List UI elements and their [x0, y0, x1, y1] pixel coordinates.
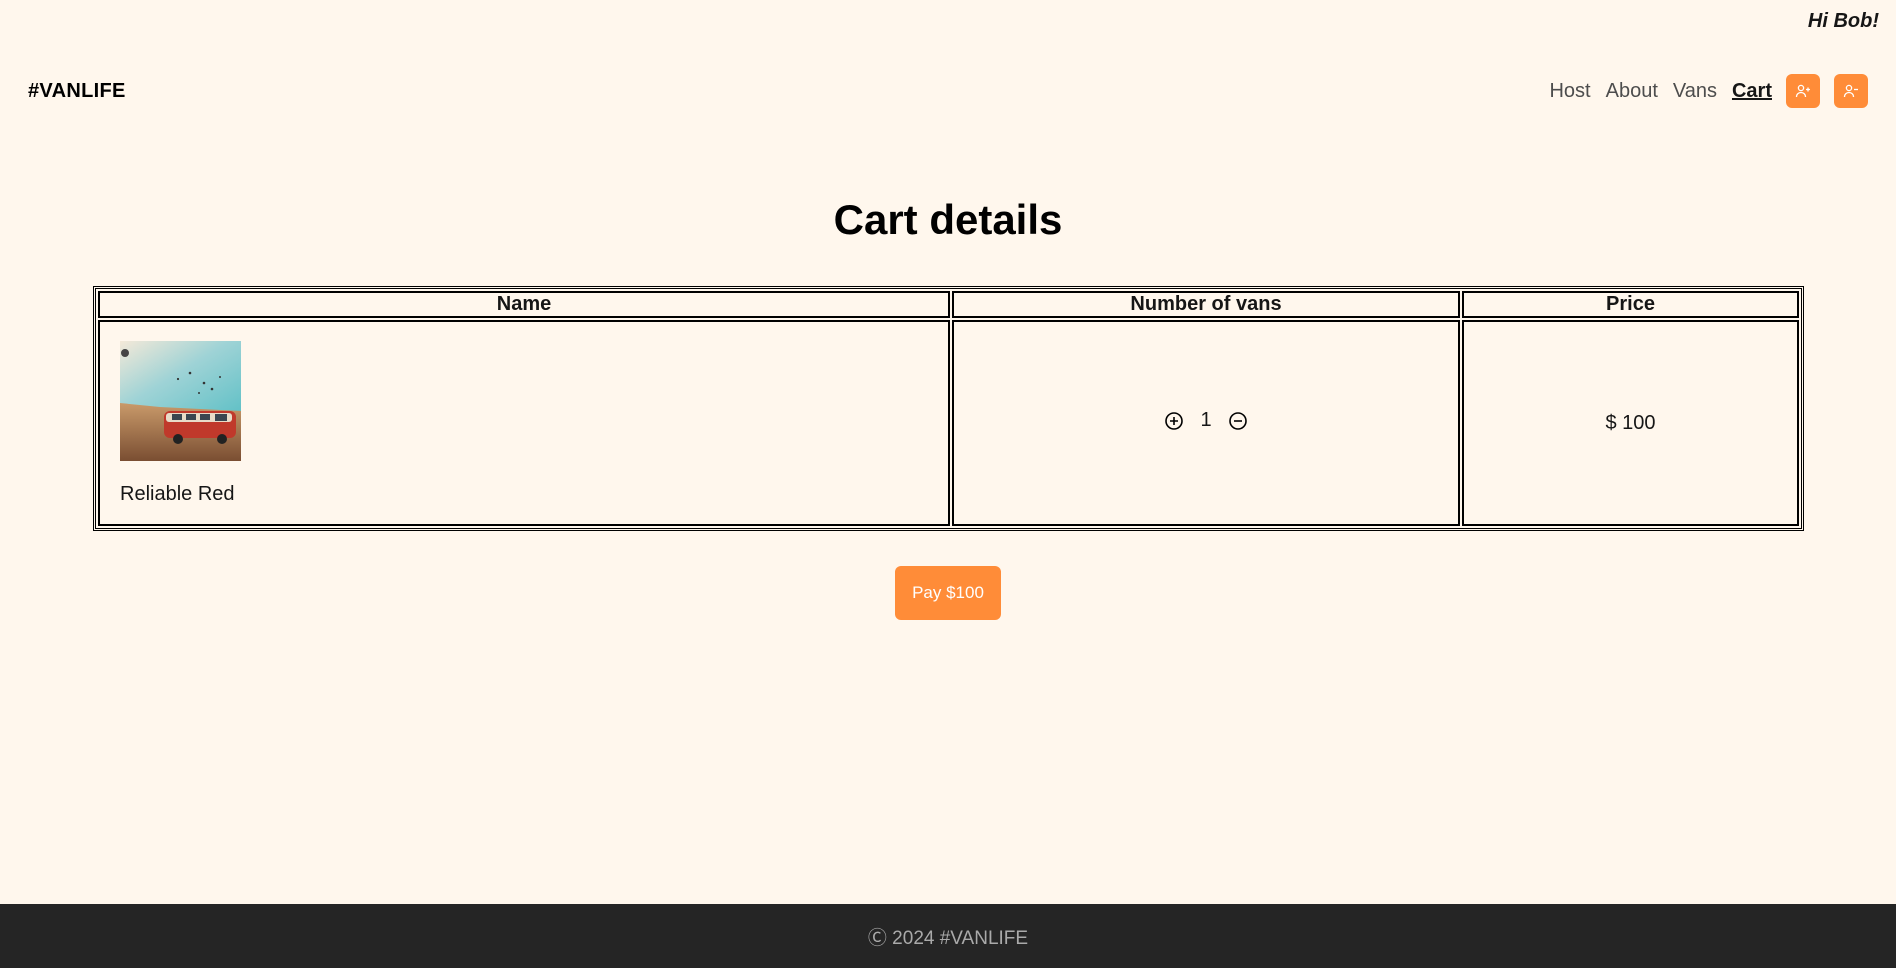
quantity-cell: 1: [952, 320, 1460, 526]
table-header-row: Name Number of vans Price: [98, 291, 1799, 318]
van-name: Reliable Red: [120, 482, 235, 505]
nav-links: Host About Vans Cart: [1534, 74, 1868, 108]
footer: Ⓒ 2024 #VANLIFE: [0, 904, 1896, 968]
logo-link[interactable]: #VANLIFE: [28, 80, 126, 103]
pay-button[interactable]: Pay $100: [895, 566, 1001, 620]
minus-circle-icon: [1229, 411, 1247, 430]
name-cell: Reliable Red: [98, 320, 950, 526]
nav-cart[interactable]: Cart: [1732, 80, 1772, 103]
logout-button[interactable]: [1834, 74, 1868, 108]
cart-table: Name Number of vans Price Reliable Red 1…: [93, 286, 1804, 531]
footer-copyright: Ⓒ 2024 #VANLIFE: [867, 927, 1029, 949]
plus-circle-icon: [1165, 411, 1183, 430]
increase-quantity-button[interactable]: [1163, 410, 1185, 432]
table-row: Reliable Red 1 $ 100: [98, 320, 1799, 526]
van-image: [120, 340, 241, 461]
user-plus-icon: [1795, 84, 1810, 98]
quantity-stepper: 1: [1163, 409, 1249, 432]
greeting: Hi Bob!: [1807, 10, 1879, 32]
header-name: Name: [98, 291, 950, 318]
user-minus-icon: [1843, 84, 1858, 98]
page-title: Cart details: [833, 196, 1063, 243]
header-quantity: Number of vans: [952, 291, 1460, 318]
quantity-value: 1: [1200, 409, 1212, 432]
nav-host[interactable]: Host: [1549, 80, 1590, 103]
nav-vans[interactable]: Vans: [1673, 80, 1717, 103]
nav-about[interactable]: About: [1606, 80, 1658, 103]
signup-button[interactable]: [1786, 74, 1820, 108]
decrease-quantity-button[interactable]: [1227, 410, 1249, 432]
header-price: Price: [1462, 291, 1799, 318]
navbar: #VANLIFE Host About Vans Cart: [0, 68, 1896, 114]
price-cell: $ 100: [1462, 320, 1799, 526]
